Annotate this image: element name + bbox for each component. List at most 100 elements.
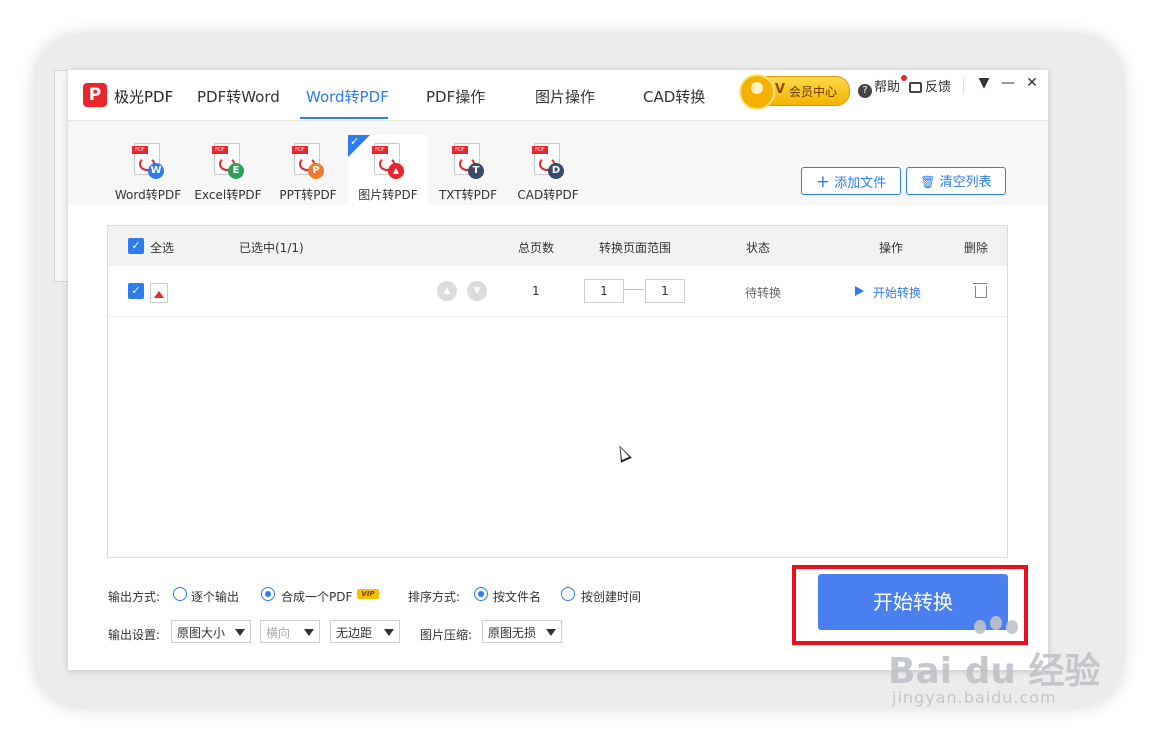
sort-radio-filename[interactable]: [474, 587, 488, 601]
window-controls-divider: [963, 78, 964, 94]
image-file-icon: [150, 283, 168, 303]
tool-label: Excel转PDF: [194, 188, 262, 202]
chevron-down-icon: [304, 629, 314, 636]
vip-tag-icon: VIP: [357, 589, 379, 599]
close-button[interactable]: ✕: [1024, 75, 1040, 91]
cad-badge-icon: D: [548, 163, 564, 179]
tool-label: 图片转PDF: [358, 188, 418, 202]
tab-cad-conversion[interactable]: CAD转换: [643, 86, 705, 107]
range-to-input[interactable]: 1: [645, 279, 685, 303]
output-mode-merge-label[interactable]: 合成一个PDF: [281, 588, 352, 605]
help-icon: ?: [858, 84, 872, 98]
sort-filename-label[interactable]: 按文件名: [493, 588, 541, 605]
tool-label: TXT转PDF: [438, 188, 498, 202]
image-badge-icon: ▲: [388, 163, 404, 179]
tool-label: CAD转PDF: [517, 188, 579, 202]
move-down-button[interactable]: ▼: [467, 281, 487, 301]
add-files-button[interactable]: + 添加文件: [801, 167, 901, 195]
tool-ppt-to-pdf[interactable]: PDF P PPT转PDF: [268, 135, 348, 205]
feedback-label: 反馈: [925, 80, 952, 95]
header-selected: 已选中(1/1): [239, 241, 304, 255]
table-header: ✓ 全选 已选中(1/1) 总页数 转换页面范围 状态 操作 删除: [108, 226, 1007, 266]
vip-center-label: 会员中心: [789, 85, 838, 99]
sort-radio-created-time[interactable]: [561, 587, 575, 601]
orientation-select[interactable]: 横向: [260, 620, 320, 643]
watermark-sub: jingyan.baidu.com: [892, 688, 1057, 707]
select-all-checkbox[interactable]: ✓: [128, 238, 144, 254]
sort-created-time-label[interactable]: 按创建时间: [581, 588, 641, 605]
excel-badge-icon: E: [228, 163, 244, 179]
menu-dropdown-icon[interactable]: ▼: [976, 75, 992, 91]
minimize-button[interactable]: —: [1000, 75, 1016, 91]
trash-icon: 🗑: [920, 175, 936, 189]
plus-icon: +: [815, 172, 831, 192]
margin-select[interactable]: 无边距: [330, 620, 400, 643]
tool-image-to-pdf[interactable]: ✓ PDF ▲ 图片转PDF: [348, 135, 428, 205]
size-select-value: 原图大小: [177, 626, 226, 640]
image-compress-label: 图片压缩:: [420, 628, 473, 642]
clear-list-button[interactable]: 🗑 清空列表: [906, 167, 1006, 195]
row-checkbox[interactable]: ✓: [128, 283, 144, 299]
app-logo-icon: P: [83, 83, 107, 107]
notification-dot: [901, 75, 907, 81]
vip-center-button[interactable]: V 会员中心: [739, 74, 850, 110]
range-from-input[interactable]: 1: [584, 279, 624, 303]
feedback-button[interactable]: 反馈: [909, 76, 951, 95]
output-mode-label: 输出方式:: [108, 590, 161, 604]
header-page-range: 转换页面范围: [599, 241, 672, 255]
chevron-down-icon: [235, 629, 245, 636]
output-mode-radio-individual[interactable]: [173, 587, 187, 601]
txt-badge-icon: T: [468, 163, 484, 179]
tool-word-to-pdf[interactable]: PDF W Word转PDF: [108, 135, 188, 205]
tab-image-operations[interactable]: 图片操作: [535, 86, 595, 107]
tab-pdf-operations[interactable]: PDF操作: [426, 86, 485, 107]
tool-cad-to-pdf[interactable]: PDF D CAD转PDF: [508, 135, 588, 205]
row-status: 待转换: [745, 286, 782, 300]
compress-select-value: 原图无损: [488, 626, 537, 640]
size-select[interactable]: 原图大小: [171, 620, 251, 643]
row-total-pages: 1: [532, 284, 540, 298]
tab-pdf-to-word[interactable]: PDF转Word: [197, 86, 280, 107]
output-mode-individual-label[interactable]: 逐个输出: [191, 588, 239, 605]
header-status: 状态: [746, 241, 771, 255]
move-up-button[interactable]: ▲: [437, 281, 457, 301]
highlight-box: [792, 565, 1028, 645]
ppt-badge-icon: P: [308, 163, 324, 179]
help-button[interactable]: ? 帮助: [858, 76, 900, 98]
sort-mode-label: 排序方式:: [408, 590, 461, 604]
file-list-table: ✓ 全选 已选中(1/1) 总页数 转换页面范围 状态 操作 删除 ✓ ▲ ▼ …: [107, 225, 1008, 558]
row-delete-icon[interactable]: [973, 283, 987, 298]
tool-label: PPT转PDF: [279, 188, 337, 202]
margin-select-value: 无边距: [336, 626, 373, 640]
chevron-down-icon: [384, 629, 394, 636]
feedback-icon: [909, 82, 922, 93]
table-row: ✓ ▲ ▼ 1 1 1 待转换 开始转换: [108, 266, 1007, 317]
range-separator: [624, 289, 644, 290]
word-badge-icon: W: [148, 163, 164, 179]
tool-excel-to-pdf[interactable]: PDF E Excel转PDF: [188, 135, 268, 205]
compress-select[interactable]: 原图无损: [482, 620, 562, 643]
play-icon[interactable]: [855, 286, 864, 296]
row-start-convert-link[interactable]: 开始转换: [873, 284, 921, 301]
background-window-edge: [54, 70, 69, 282]
tool-label: Word转PDF: [114, 188, 182, 202]
checkmark-icon: ✓: [350, 135, 360, 148]
tab-word-to-pdf[interactable]: Word转PDF: [306, 86, 389, 107]
vip-v-icon: V: [775, 82, 786, 97]
header-operation: 操作: [879, 241, 904, 255]
chevron-down-icon: [546, 629, 556, 636]
clear-list-label: 清空列表: [939, 175, 992, 190]
header-delete: 删除: [964, 241, 989, 255]
orientation-select-value: 横向: [266, 626, 291, 640]
tool-txt-to-pdf[interactable]: PDF T TXT转PDF: [428, 135, 508, 205]
conversion-type-bar: PDF W Word转PDF PDF E Excel转PDF PDF P PPT…: [68, 121, 1048, 205]
header-total-pages: 总页数: [518, 241, 555, 255]
output-mode-radio-merge[interactable]: [261, 587, 275, 601]
add-files-label: 添加文件: [834, 176, 887, 191]
select-all-label: 全选: [150, 241, 175, 255]
title-bar: P 极光PDF PDF转Word Word转PDF PDF操作 图片操作 CAD…: [68, 70, 1048, 121]
output-settings-label: 输出设置:: [108, 628, 161, 642]
watermark-main: Bai du 经验: [888, 651, 1101, 692]
active-tab-indicator: [300, 117, 388, 119]
vip-avatar-icon: [739, 74, 775, 110]
